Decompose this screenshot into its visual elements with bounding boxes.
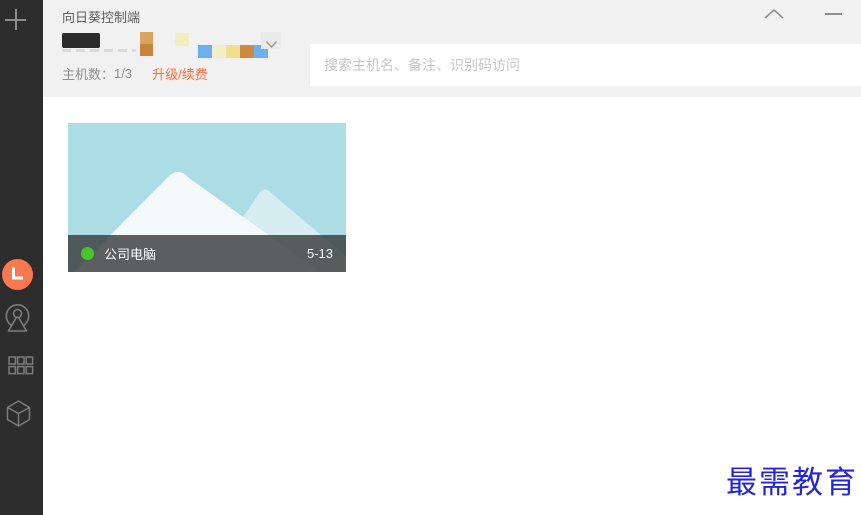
account-badge — [175, 33, 189, 46]
host-count-label: 主机数： — [62, 67, 115, 82]
remote-screen-button[interactable] — [3, 303, 32, 337]
recent-sessions-button[interactable] — [2, 259, 33, 290]
add-device-button[interactable] — [5, 9, 26, 30]
clock-icon — [12, 267, 23, 280]
plugins-button[interactable] — [4, 398, 33, 433]
host-status-dot — [81, 247, 94, 260]
account-badge — [212, 45, 226, 58]
sidebar — [0, 0, 43, 515]
screencast-icon — [5, 304, 30, 332]
redacted-username — [62, 33, 100, 48]
host-name: 公司电脑 — [104, 247, 157, 262]
chevron-up-icon — [764, 8, 784, 19]
app-window: 向日葵控制端 主机数： 1/3 升级/续费 搜索主机名、备注、识别码访问 公司电… — [0, 0, 861, 515]
host-info-bar: 公司电脑 5-13 — [68, 235, 346, 272]
host-list-area: 公司电脑 5-13 最需教育 — [43, 97, 861, 515]
account-badge — [140, 32, 153, 56]
collapse-window-button[interactable] — [763, 7, 785, 21]
chevron-down-icon — [265, 40, 277, 49]
host-card[interactable]: 公司电脑 5-13 — [68, 123, 346, 272]
host-count-row: 主机数： 1/3 升级/续费 — [62, 64, 208, 83]
watermark-text: 最需教育 — [726, 465, 858, 501]
account-badge — [226, 45, 240, 58]
account-badge — [198, 45, 212, 58]
host-count-value: 1/3 — [114, 66, 133, 81]
minimize-button[interactable] — [825, 13, 842, 15]
grid-view-button[interactable] — [8, 356, 34, 380]
upgrade-renew-link[interactable]: 升级/续费 — [152, 64, 208, 83]
host-id: 5-13 — [306, 246, 333, 261]
account-badge — [240, 45, 254, 58]
search-input[interactable] — [310, 44, 861, 86]
redacted-username-remnant — [62, 49, 136, 52]
grid-icon — [8, 356, 34, 375]
account-dropdown-button[interactable] — [261, 32, 281, 49]
header: 向日葵控制端 主机数： 1/3 升级/续费 — [43, 0, 861, 97]
window-title: 向日葵控制端 — [62, 10, 141, 25]
cube-icon — [6, 400, 31, 427]
